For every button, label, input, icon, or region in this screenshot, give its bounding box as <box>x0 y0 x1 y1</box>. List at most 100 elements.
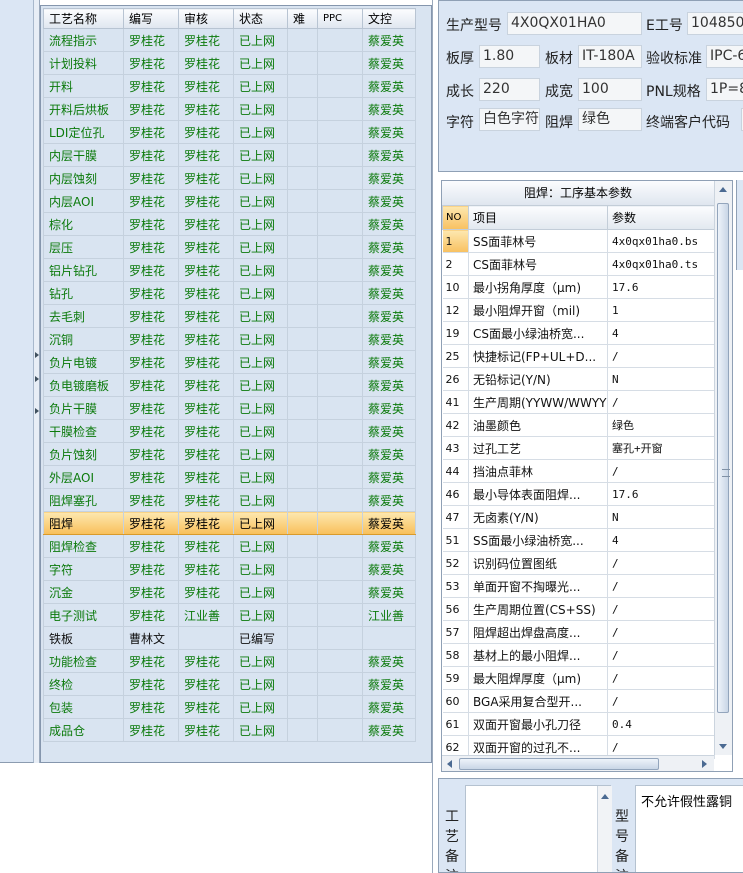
scroll-down-icon[interactable] <box>719 744 727 749</box>
params-col-header[interactable]: 参数 <box>607 205 715 230</box>
process-row[interactable]: 负片干膜 罗桂花 罗桂花 已上网 蔡爱英 <box>43 396 416 420</box>
params-row[interactable]: 42 油墨颜色 绿色 <box>442 413 715 437</box>
pnl-field[interactable]: 1P=8 <box>706 78 743 101</box>
material-field[interactable]: IT-180A <box>578 45 642 68</box>
process-grid: 工艺名称 编写 审核 状态难 PPC 文控 流程指示 罗桂花 罗桂花 已上网 蔡爱英 计划投料 罗桂花… <box>43 8 416 742</box>
params-row[interactable]: 25 快捷标记(FP+UL+D... / <box>442 344 715 368</box>
width-field[interactable]: 100 <box>578 78 642 101</box>
process-row[interactable]: 阻焊检查 罗桂花 罗桂花 已上网 蔡爱英 <box>43 534 416 558</box>
process-cell: 罗桂花 <box>178 511 234 535</box>
process-row[interactable]: 阻焊 罗桂花 罗桂花 已上网 蔡爱英 <box>43 511 416 535</box>
process-col-header[interactable]: 文控 <box>362 8 416 29</box>
eno-field[interactable]: 1048509 <box>687 12 743 35</box>
process-col-header[interactable]: 编写 <box>123 8 179 29</box>
params-row[interactable]: 56 生产周期位置(CS+SS) / <box>442 597 715 621</box>
collapse-arrow-icon[interactable] <box>35 408 39 414</box>
params-row[interactable]: 41 生产周期(YYWW/WWYY) / <box>442 390 715 414</box>
model-note-textarea[interactable]: 不允许假性露铜 <box>635 785 743 872</box>
process-cell: 罗桂花 <box>123 649 179 673</box>
params-col-header[interactable]: 项目 <box>468 205 608 230</box>
process-cell <box>317 281 363 305</box>
process-row[interactable]: 铝片钻孔 罗桂花 罗桂花 已上网 蔡爱英 <box>43 258 416 282</box>
params-scroll-thumb[interactable] <box>717 203 730 713</box>
params-row[interactable]: 60 BGA采用复合型开... / <box>442 689 715 713</box>
params-row[interactable]: 2 CS面菲林号 4x0qx01ha0.ts <box>442 252 715 276</box>
process-row[interactable]: 铁板 曹林文 已编写 <box>43 626 416 650</box>
process-col-header[interactable]: 工艺名称 <box>43 8 124 29</box>
process-row[interactable]: 层压 罗桂花 罗桂花 已上网 蔡爱英 <box>43 235 416 259</box>
process-row[interactable]: 终检 罗桂花 罗桂花 已上网 蔡爱英 <box>43 672 416 696</box>
params-horizontal-scrollbar[interactable] <box>442 755 714 771</box>
process-row[interactable]: 字符 罗桂花 罗桂花 已上网 蔡爱英 <box>43 557 416 581</box>
process-row[interactable]: 外层AOI 罗桂花 罗桂花 已上网 蔡爱英 <box>43 465 416 489</box>
process-row[interactable]: 成品仓 罗桂花 罗桂花 已上网 蔡爱英 <box>43 718 416 742</box>
model-field[interactable]: 4X0QX01HA0 <box>507 12 642 35</box>
process-row[interactable]: 内层干膜 罗桂花 罗桂花 已上网 蔡爱英 <box>43 143 416 167</box>
process-row[interactable]: LDI定位孔 罗桂花 罗桂花 已上网 蔡爱英 <box>43 120 416 144</box>
thickness-field[interactable]: 1.80 <box>479 45 540 68</box>
mask-field[interactable]: 绿色 <box>578 108 642 131</box>
legend-field[interactable]: 白色字符 <box>479 108 540 131</box>
process-row[interactable]: 负片电镀 罗桂花 罗桂花 已上网 蔡爱英 <box>43 350 416 374</box>
process-row[interactable]: 电子测试 罗桂花 江业善 已上网 江业善 <box>43 603 416 627</box>
process-row[interactable]: 内层蚀刻 罗桂花 罗桂花 已上网 蔡爱英 <box>43 166 416 190</box>
process-row[interactable]: 棕化 罗桂花 罗桂花 已上网 蔡爱英 <box>43 212 416 236</box>
process-row[interactable]: 计划投料 罗桂花 罗桂花 已上网 蔡爱英 <box>43 51 416 75</box>
scroll-left-icon[interactable] <box>447 760 452 768</box>
params-col-header[interactable]: NO <box>442 205 469 230</box>
params-row[interactable]: 57 阻焊超出焊盘高度... / <box>442 620 715 644</box>
params-row[interactable]: 46 最小导体表面阻焊... 17.6 <box>442 482 715 506</box>
process-cell: 已上网 <box>233 189 288 213</box>
params-row[interactable]: 61 双面开窗最小孔刀径 0.4 <box>442 712 715 736</box>
process-col-header[interactable]: 状态 <box>233 8 288 29</box>
process-col-header[interactable]: PPC <box>317 8 363 29</box>
process-note-scrollbar[interactable] <box>597 786 612 872</box>
param-value-cell: 4x0qx01ha0.ts <box>607 252 715 276</box>
length-field[interactable]: 220 <box>479 78 540 101</box>
scroll-right-icon[interactable] <box>702 760 707 768</box>
params-row[interactable]: 47 无卤素(Y/N) N <box>442 505 715 529</box>
process-row[interactable]: 钻孔 罗桂花 罗桂花 已上网 蔡爱英 <box>43 281 416 305</box>
params-row[interactable]: 26 无铅标记(Y/N) N <box>442 367 715 391</box>
process-row[interactable]: 内层AOI 罗桂花 罗桂花 已上网 蔡爱英 <box>43 189 416 213</box>
process-cell: 罗桂花 <box>123 396 179 420</box>
scroll-up-icon[interactable] <box>719 187 727 192</box>
process-row[interactable]: 沉铜 罗桂花 罗桂花 已上网 蔡爱英 <box>43 327 416 351</box>
params-row[interactable]: 51 SS面最小绿油桥宽... 4 <box>442 528 715 552</box>
process-row[interactable]: 阻焊塞孔 罗桂花 罗桂花 已上网 蔡爱英 <box>43 488 416 512</box>
param-no-cell: 61 <box>442 712 469 736</box>
collapse-arrow-icon[interactable] <box>35 376 39 382</box>
process-row[interactable]: 负片蚀刻 罗桂花 罗桂花 已上网 蔡爱英 <box>43 442 416 466</box>
params-hscroll-thumb[interactable] <box>459 758 659 770</box>
params-row[interactable]: 52 识别码位置图纸 / <box>442 551 715 575</box>
process-row[interactable]: 功能检查 罗桂花 罗桂花 已上网 蔡爱英 <box>43 649 416 673</box>
collapse-arrow-icon[interactable] <box>35 352 39 358</box>
params-row[interactable]: 58 基材上的最小阻焊... / <box>442 643 715 667</box>
scroll-up-icon[interactable] <box>601 794 609 799</box>
params-row[interactable]: 44 挡油点菲林 / <box>442 459 715 483</box>
process-cell: 蔡爱英 <box>362 28 416 52</box>
params-vertical-scrollbar[interactable] <box>714 181 732 755</box>
params-row[interactable]: 10 最小拐角厚度（μm) 17.6 <box>442 275 715 299</box>
process-row[interactable]: 开料后烘板 罗桂花 罗桂花 已上网 蔡爱英 <box>43 97 416 121</box>
process-row[interactable]: 沉金 罗桂花 罗桂花 已上网 蔡爱英 <box>43 580 416 604</box>
process-note-textarea[interactable] <box>465 785 612 872</box>
process-col-header[interactable]: 难 <box>287 8 318 29</box>
process-cell: 功能检查 <box>43 649 124 673</box>
process-cell: 罗桂花 <box>123 465 179 489</box>
process-col-header[interactable]: 审核 <box>178 8 234 29</box>
process-row[interactable]: 流程指示 罗桂花 罗桂花 已上网 蔡爱英 <box>43 28 416 52</box>
params-row[interactable]: 59 最大阻焊厚度（μm) / <box>442 666 715 690</box>
params-row[interactable]: 12 最小阻焊开窗（mil) 1 <box>442 298 715 322</box>
params-row[interactable]: 19 CS面最小绿油桥宽... 4 <box>442 321 715 345</box>
params-row[interactable]: 1 SS面菲林号 4x0qx01ha0.bs <box>442 229 715 253</box>
process-row[interactable]: 开料 罗桂花 罗桂花 已上网 蔡爱英 <box>43 74 416 98</box>
process-row[interactable]: 负电镀磨板 罗桂花 罗桂花 已上网 蔡爱英 <box>43 373 416 397</box>
process-row[interactable]: 干膜检查 罗桂花 罗桂花 已上网 蔡爱英 <box>43 419 416 443</box>
standard-field[interactable]: IPC-6 <box>706 45 743 68</box>
params-row[interactable]: 43 过孔工艺 塞孔+开窗 <box>442 436 715 460</box>
process-row[interactable]: 包装 罗桂花 罗桂花 已上网 蔡爱英 <box>43 695 416 719</box>
params-row[interactable]: 53 单面开窗不掏曝光... / <box>442 574 715 598</box>
param-item-cell: CS面菲林号 <box>468 252 608 276</box>
process-row[interactable]: 去毛刺 罗桂花 罗桂花 已上网 蔡爱英 <box>43 304 416 328</box>
